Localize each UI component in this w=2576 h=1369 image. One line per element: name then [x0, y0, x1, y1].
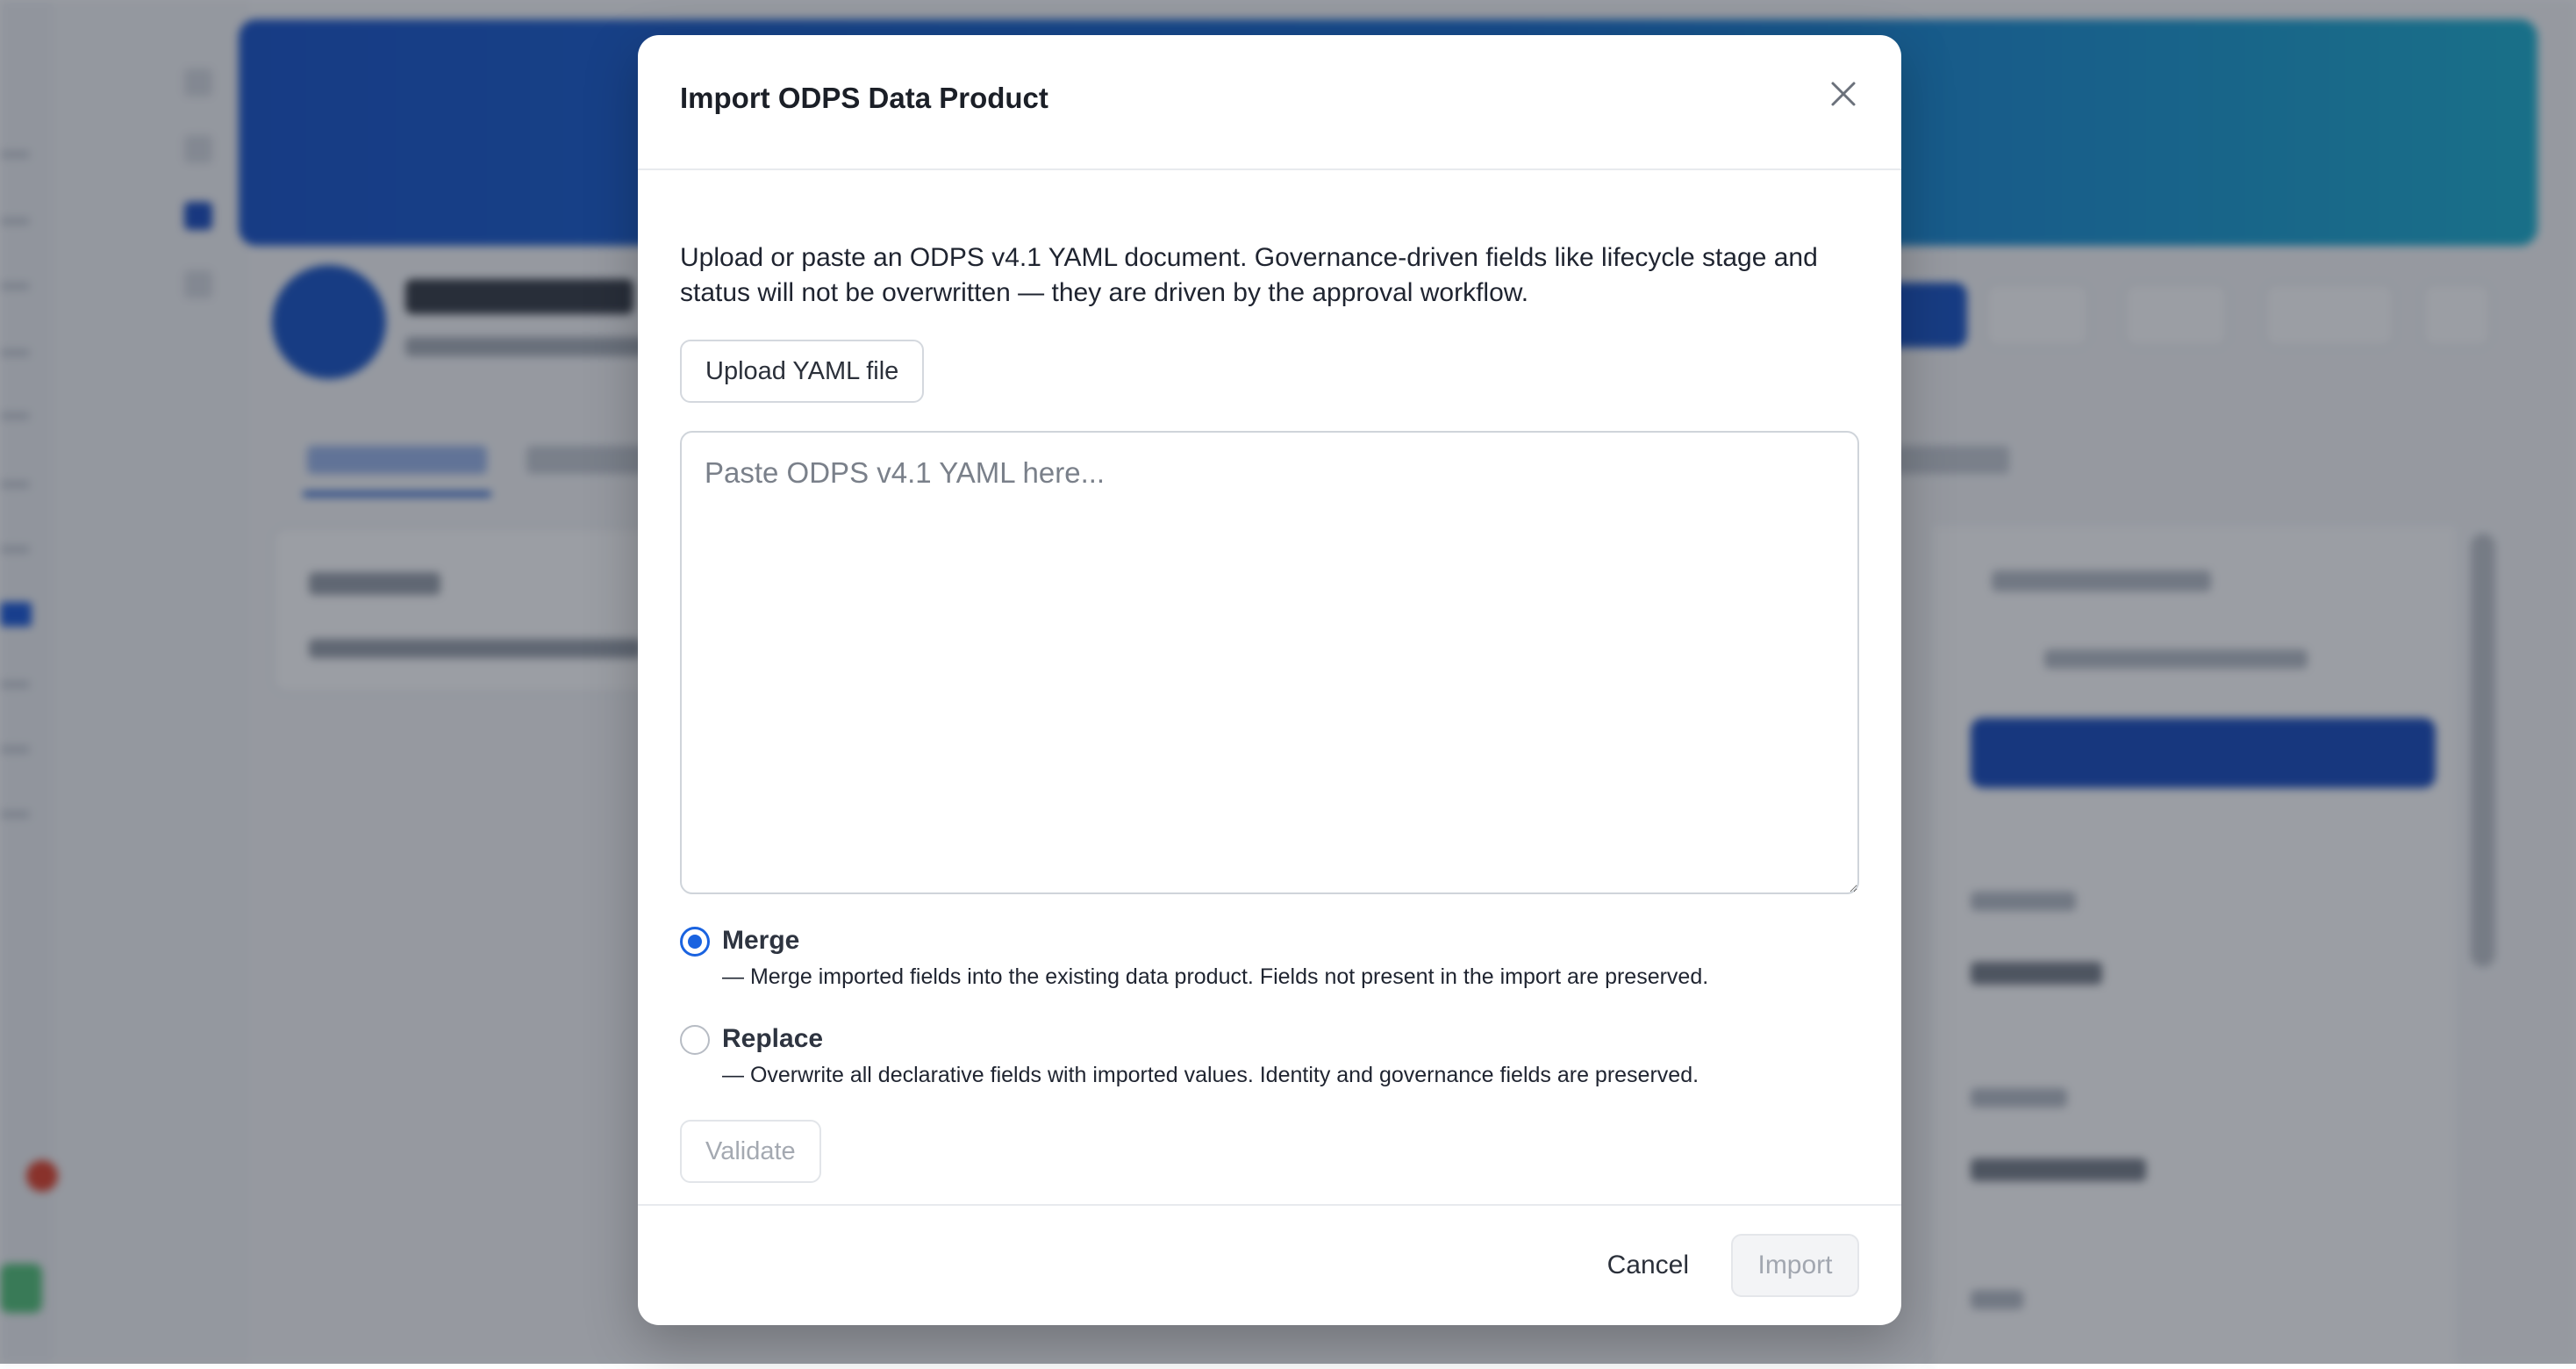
- validate-button[interactable]: Validate: [680, 1120, 821, 1183]
- close-button[interactable]: [1821, 72, 1866, 118]
- dialog-title: Import ODPS Data Product: [680, 79, 1048, 118]
- replace-label: Replace: [722, 1021, 823, 1057]
- replace-description: — Overwrite all declarative fields with …: [722, 1060, 1699, 1090]
- merge-radio[interactable]: [680, 927, 710, 957]
- cancel-button[interactable]: Cancel: [1590, 1234, 1707, 1297]
- import-dialog: Import ODPS Data Product Upload or paste…: [638, 35, 1901, 1325]
- close-icon: [1830, 81, 1857, 110]
- merge-description: — Merge imported fields into the existin…: [722, 962, 1708, 992]
- import-button[interactable]: Import: [1731, 1234, 1859, 1297]
- upload-yaml-button[interactable]: Upload YAML file: [680, 340, 924, 403]
- yaml-input[interactable]: [680, 431, 1859, 894]
- merge-label: Merge: [722, 923, 799, 958]
- dialog-header: Import ODPS Data Product: [638, 35, 1901, 170]
- dialog-description: Upload or paste an ODPS v4.1 YAML docume…: [680, 240, 1859, 311]
- dialog-footer: Cancel Import: [638, 1204, 1901, 1325]
- replace-radio[interactable]: [680, 1025, 710, 1055]
